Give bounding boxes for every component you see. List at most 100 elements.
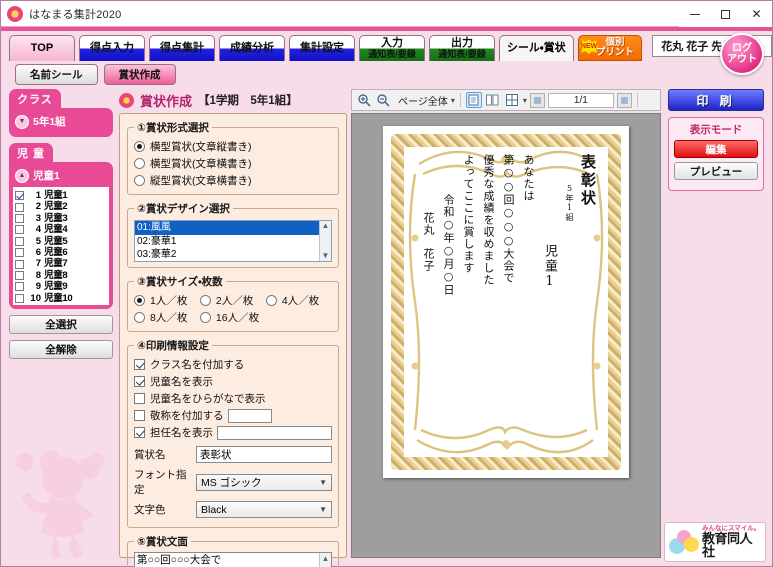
text-color-select[interactable]: Black ▼ bbox=[196, 501, 332, 518]
student-number: 9 bbox=[35, 281, 41, 293]
prev-page-button[interactable] bbox=[529, 92, 545, 108]
list-item[interactable]: 4 児童4 bbox=[15, 224, 107, 235]
clear-all-button[interactable]: 全解除 bbox=[9, 340, 113, 359]
chevron-down-icon[interactable]: ▾ bbox=[451, 96, 455, 105]
mode-preview-button[interactable]: プレビュー bbox=[674, 162, 758, 180]
size-option-4-per-sheet[interactable]: 4人／枚 bbox=[265, 292, 332, 309]
checkbox-add-honorific[interactable]: 敬称を付加する bbox=[134, 407, 332, 424]
honorific-input[interactable] bbox=[227, 408, 272, 423]
design-listbox[interactable]: 01:風風 02:豪華1 03:豪華2 ▲ ▼ bbox=[134, 220, 332, 262]
tab-score-input[interactable]: 得点入力 bbox=[79, 35, 145, 61]
next-page-button[interactable] bbox=[616, 92, 632, 108]
list-item[interactable]: 01:風風 bbox=[135, 221, 319, 235]
mascot-character bbox=[16, 450, 104, 560]
list-item[interactable]: 02:豪華1 bbox=[135, 235, 319, 249]
tab-individual-print[interactable]: NEW 個別 プリント bbox=[577, 35, 643, 61]
zoom-in-icon[interactable] bbox=[356, 92, 372, 108]
student-checkbox[interactable] bbox=[15, 248, 24, 258]
radio-icon[interactable] bbox=[134, 158, 145, 169]
chevron-down-icon[interactable]: ▾ bbox=[523, 96, 527, 105]
teacher-name-input[interactable] bbox=[217, 425, 332, 440]
minimize-button[interactable] bbox=[679, 1, 710, 27]
student-selector[interactable]: ▲ 児童1 bbox=[13, 166, 109, 187]
maximize-button[interactable] bbox=[710, 1, 741, 27]
list-item[interactable]: 6 児童6 bbox=[15, 247, 107, 258]
student-checkbox[interactable] bbox=[15, 270, 24, 280]
radio-icon[interactable] bbox=[199, 295, 211, 306]
scroll-down-icon[interactable]: ▼ bbox=[322, 251, 330, 261]
list-item[interactable]: 2 児童2 bbox=[15, 201, 107, 212]
size-option-16-per-sheet[interactable]: 16人／枚 bbox=[199, 309, 266, 326]
radio-icon[interactable] bbox=[134, 175, 145, 186]
checkbox-show-student-name-hiragana[interactable]: 児童名をひらがなで表示 bbox=[134, 390, 332, 407]
list-item[interactable]: 9 児童9 bbox=[15, 281, 107, 292]
checkbox-icon[interactable] bbox=[134, 376, 145, 387]
student-checkbox[interactable] bbox=[15, 191, 24, 201]
preview-canvas[interactable]: 表彰状 5年1組 児童1 あなたは 第○○回○○○大会で 優秀な成績を収めました… bbox=[351, 113, 661, 558]
zoom-out-icon[interactable] bbox=[375, 92, 391, 108]
tab-input-report[interactable]: 入力 通知表/要録 bbox=[359, 35, 425, 61]
size-option-8-per-sheet[interactable]: 8人／枚 bbox=[134, 309, 200, 326]
radio-icon[interactable] bbox=[134, 312, 145, 323]
student-checkbox[interactable] bbox=[15, 213, 24, 223]
scroll-up-icon[interactable]: ▲ bbox=[322, 553, 330, 564]
grid-page-icon[interactable] bbox=[504, 92, 520, 108]
list-item[interactable]: 3 児童3 bbox=[15, 213, 107, 224]
certificate-document[interactable]: 表彰状 5年1組 児童1 あなたは 第○○回○○○大会で 優秀な成績を収めました… bbox=[383, 126, 629, 478]
subtab-name-seal[interactable]: 名前シール bbox=[15, 63, 98, 85]
tab-top[interactable]: TOP bbox=[9, 35, 75, 61]
close-button[interactable]: ✕ bbox=[741, 1, 772, 27]
radio-icon[interactable] bbox=[134, 141, 145, 152]
student-checkbox[interactable] bbox=[15, 202, 24, 212]
student-list[interactable]: 1 児童1 2 児童2 3 児童3 4 児童4 5 児童5 6 児童6 7 児童7 8 児童8 … bbox=[13, 187, 109, 305]
logout-button[interactable]: ログ アウト bbox=[720, 33, 764, 75]
checkbox-icon[interactable] bbox=[134, 393, 145, 404]
format-option-vertical-horizontal-text[interactable]: 縦型賞状(文章横書き) bbox=[134, 172, 332, 189]
list-item[interactable]: 10 児童10 bbox=[15, 293, 107, 304]
list-item[interactable]: 1 児童1 bbox=[15, 190, 107, 201]
select-all-button[interactable]: 全選択 bbox=[9, 315, 113, 334]
radio-icon[interactable] bbox=[265, 295, 277, 306]
checkbox-show-student-name[interactable]: 児童名を表示 bbox=[134, 373, 332, 390]
print-button[interactable]: 印 刷 bbox=[668, 89, 764, 111]
tab-score-total[interactable]: 得点集計 bbox=[149, 35, 215, 61]
list-item[interactable]: 5 児童5 bbox=[15, 236, 107, 247]
subtab-certificate-create[interactable]: 賞状作成 bbox=[103, 63, 176, 85]
certificate-name-input[interactable]: 表彰状 bbox=[196, 446, 332, 463]
double-page-icon[interactable] bbox=[485, 92, 501, 108]
student-checkbox[interactable] bbox=[15, 293, 24, 303]
student-checkbox[interactable] bbox=[15, 259, 24, 269]
student-checkbox[interactable] bbox=[15, 282, 24, 292]
single-page-icon[interactable] bbox=[465, 92, 482, 108]
list-item[interactable]: 03:豪華2 bbox=[135, 248, 319, 261]
size-option-1-per-sheet[interactable]: 1人／枚 bbox=[134, 292, 200, 309]
tab-settings[interactable]: 集計設定 bbox=[289, 35, 355, 61]
mode-edit-button[interactable]: 編集 bbox=[674, 140, 758, 158]
checkbox-icon[interactable] bbox=[134, 427, 145, 438]
tab-seal-certificate[interactable]: シール・賞状 bbox=[499, 35, 574, 61]
checkbox-icon[interactable] bbox=[134, 410, 145, 421]
checkbox-add-class-name[interactable]: クラス名を付加する bbox=[134, 356, 332, 373]
size-option-2-per-sheet[interactable]: 2人／枚 bbox=[199, 292, 266, 309]
checkbox-icon[interactable] bbox=[134, 359, 145, 370]
radio-icon[interactable] bbox=[199, 312, 211, 323]
fit-mode-label[interactable]: ページ全体 bbox=[398, 93, 448, 108]
radio-icon[interactable] bbox=[134, 295, 145, 306]
scroll-up-icon[interactable]: ▲ bbox=[322, 221, 330, 231]
tab-output-report[interactable]: 出力 通知表/要録 bbox=[429, 35, 495, 61]
list-item[interactable]: 7 児童7 bbox=[15, 258, 107, 269]
certificate-text-value[interactable]: 第○○回○○○大会で 優秀な成績を収めました よってここに賞します 令和○年○月… bbox=[135, 553, 319, 567]
certificate-text-area[interactable]: 第○○回○○○大会で 優秀な成績を収めました よってここに賞します 令和○年○月… bbox=[134, 552, 332, 567]
design-listbox-scrollbar[interactable]: ▲ ▼ bbox=[319, 221, 331, 261]
class-selector-value: 5年1組 bbox=[33, 116, 66, 128]
student-checkbox[interactable] bbox=[15, 236, 24, 246]
font-select[interactable]: MS ゴシック ▼ bbox=[196, 473, 332, 491]
student-checkbox[interactable] bbox=[15, 225, 24, 235]
class-selector[interactable]: ▼ 5年1組 bbox=[13, 112, 109, 133]
tab-analysis[interactable]: 成績分析 bbox=[219, 35, 285, 61]
format-option-horizontal-vertical-text[interactable]: 横型賞状(文章縦書き) bbox=[134, 138, 332, 155]
checkbox-show-teacher-name[interactable]: 担任名を表示 bbox=[134, 424, 332, 441]
certificate-text-scrollbar[interactable]: ▲ ▼ bbox=[319, 553, 331, 567]
format-option-horizontal-horizontal-text[interactable]: 横型賞状(文章横書き) bbox=[134, 155, 332, 172]
list-item[interactable]: 8 児童8 bbox=[15, 270, 107, 281]
